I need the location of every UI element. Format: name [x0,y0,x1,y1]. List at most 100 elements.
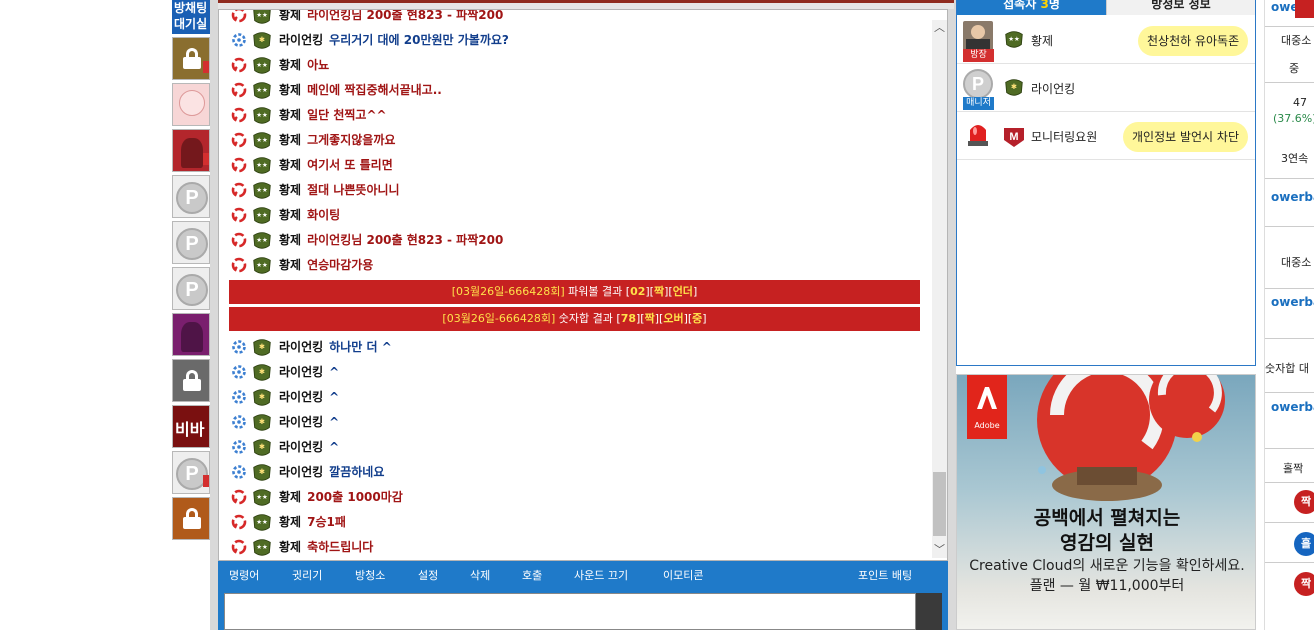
rank-badge-icon: ★★ [250,104,274,126]
message-nickname[interactable]: 라이언킹 [279,463,323,480]
message-text: 연승마감가용 [307,258,374,272]
divider [1265,562,1314,563]
level-swirl-red-icon [230,56,248,74]
system-result-message: [03월26일-666428회] 숫자합 결과 [78][짝][오버][중] [229,307,920,331]
room-thumbnail[interactable] [172,497,210,540]
level-swirl-red-icon [230,10,248,24]
message-nickname[interactable]: 황제 [279,81,301,98]
chat-window: ★★ 황제 라이언킹님 200출 현823 - 파짝200 ✱ 라이언킹 우리거기 대에 … [210,0,956,630]
sound-off-button[interactable]: 사운드 끄기 [574,567,628,583]
room-thumbnail[interactable] [172,37,210,80]
message-nickname[interactable]: 황제 [279,131,301,148]
svg-text:✱: ✱ [259,391,265,400]
svg-text:✱: ✱ [259,416,265,425]
divider [1265,482,1314,483]
level-swirl-red-icon [230,106,248,124]
rank-badge-icon: ✱ [250,336,274,358]
user-row[interactable]: 방장 ★★ 황제 천상천하 유아독존 [957,16,1255,64]
message-nickname[interactable]: 라이언킹 [279,338,323,355]
call-button[interactable]: 호출 [522,567,542,583]
rank-badge-icon: ★★ [250,54,274,76]
level-swirl-red-icon [230,206,248,224]
room-thumbnail[interactable] [172,83,210,126]
point-bet-button[interactable]: 포인트 배팅 [858,567,912,583]
send-button[interactable] [916,593,942,630]
message-text: 라이언킹님 200출 현823 - 파짝200 [307,9,504,22]
message-nickname[interactable]: 황제 [279,538,301,555]
rank-badge-icon: ✱ [250,461,274,483]
message-nickname[interactable]: 황제 [279,181,301,198]
whisper-button[interactable]: 귓리기 [292,567,322,583]
message-nickname[interactable]: 라이언킹 [279,413,323,430]
level-swirl-red-icon [230,513,248,531]
room-thumbnail[interactable]: P [172,267,210,310]
message-nickname[interactable]: 황제 [279,206,301,223]
tab-room-info[interactable]: 방정보 정보 [1106,0,1255,15]
message-nickname[interactable]: 라이언킹 [279,438,323,455]
message-text: 아뇨 [307,58,330,72]
svg-text:★★: ★★ [256,10,268,18]
p-logo-icon: P [176,228,208,260]
level-flower-blue-icon [230,363,248,381]
delete-button[interactable]: 삭제 [470,567,490,583]
user-nickname[interactable]: 모니터링요원 [1031,128,1097,145]
message-nickname[interactable]: 황제 [279,231,301,248]
chat-scrollbar[interactable]: ︿ ﹀ [932,20,947,558]
message-nickname[interactable]: 라이언킹 [279,363,323,380]
tab-users[interactable]: 접속자 3명 [957,0,1106,15]
powerball-stat-text: owerball [1271,400,1314,414]
svg-text:★★: ★★ [256,492,268,500]
chat-message-area[interactable]: ★★ 황제 라이언킹님 200출 현823 - 파짝200 ✱ 라이언킹 우리거기 대에 … [218,9,948,561]
rank-badge-icon: ✱ [250,386,274,408]
message-nickname[interactable]: 황제 [279,56,301,73]
rank-badge-icon: ★★ [250,129,274,151]
emoticon-button[interactable]: 이모티콘 [663,567,703,583]
message-nickname[interactable]: 황제 [279,488,301,505]
message-nickname[interactable]: 황제 [279,256,301,273]
level-swirl-red-icon [230,181,248,199]
user-row[interactable]: M 모니터링요원 개인정보 발언시 차단 [957,112,1255,160]
role-badge: 방장 [963,49,994,62]
message-nickname[interactable]: 황제 [279,156,301,173]
adobe-ad-banner[interactable]: Adobe 공백에서 펼쳐지는 영감의 실현 Creative Cloud의 새… [956,374,1256,630]
room-thumbnail[interactable]: P [172,175,210,218]
scroll-up-icon[interactable]: ︿ [932,20,947,36]
divider [1265,338,1314,339]
rank-badge-icon: ★★ [1002,28,1028,52]
user-nickname[interactable]: 황제 [1031,32,1053,49]
user-nickname[interactable]: 라이언킹 [1031,80,1075,97]
room-thumbnail[interactable] [172,129,210,172]
scroll-down-icon[interactable]: ﹀ [932,542,947,558]
user-row[interactable]: P 매니저 ✱ 라이언킹 [957,64,1255,112]
chat-message: ★★ 황제 일단 천찍고^^ [219,102,931,127]
result-bracket: ] [702,312,707,325]
room-thumbnail[interactable] [172,359,210,402]
message-text: 축하드립니다 [307,540,374,554]
room-thumbnail[interactable]: P [172,451,210,494]
settings-button[interactable]: 설정 [418,567,438,583]
room-photo [181,322,203,352]
clean-room-button[interactable]: 방청소 [355,567,385,583]
ad-price: 플랜 — 월 ₩11,000부터 [1029,578,1185,594]
result-bracket: ] [692,285,698,298]
message-nickname[interactable]: 황제 [279,10,301,23]
room-thumbnail[interactable] [172,313,210,356]
panel-tabs: 접속자 3명 방정보 정보 [957,0,1255,15]
lock-icon [182,48,202,69]
level-swirl-red-icon [230,256,248,274]
svg-text:★★: ★★ [256,135,268,143]
room-photo [181,138,203,168]
result-bracket: ][ [664,285,673,298]
message-nickname[interactable]: 황제 [279,513,301,530]
waiting-room-header[interactable]: 방채팅 대기실 [172,0,210,34]
room-thumbnail[interactable]: P [172,221,210,264]
commands-button[interactable]: 명령어 [229,567,259,583]
svg-text:✱: ✱ [259,341,265,350]
message-nickname[interactable]: 황제 [279,106,301,123]
message-nickname[interactable]: 라이언킹 [279,388,323,405]
chat-input[interactable] [224,593,916,630]
room-thumbnail[interactable]: 비바 [172,405,210,448]
avatar [963,117,993,147]
message-nickname[interactable]: 라이언킹 [279,31,323,48]
scroll-thumb[interactable] [933,472,946,536]
